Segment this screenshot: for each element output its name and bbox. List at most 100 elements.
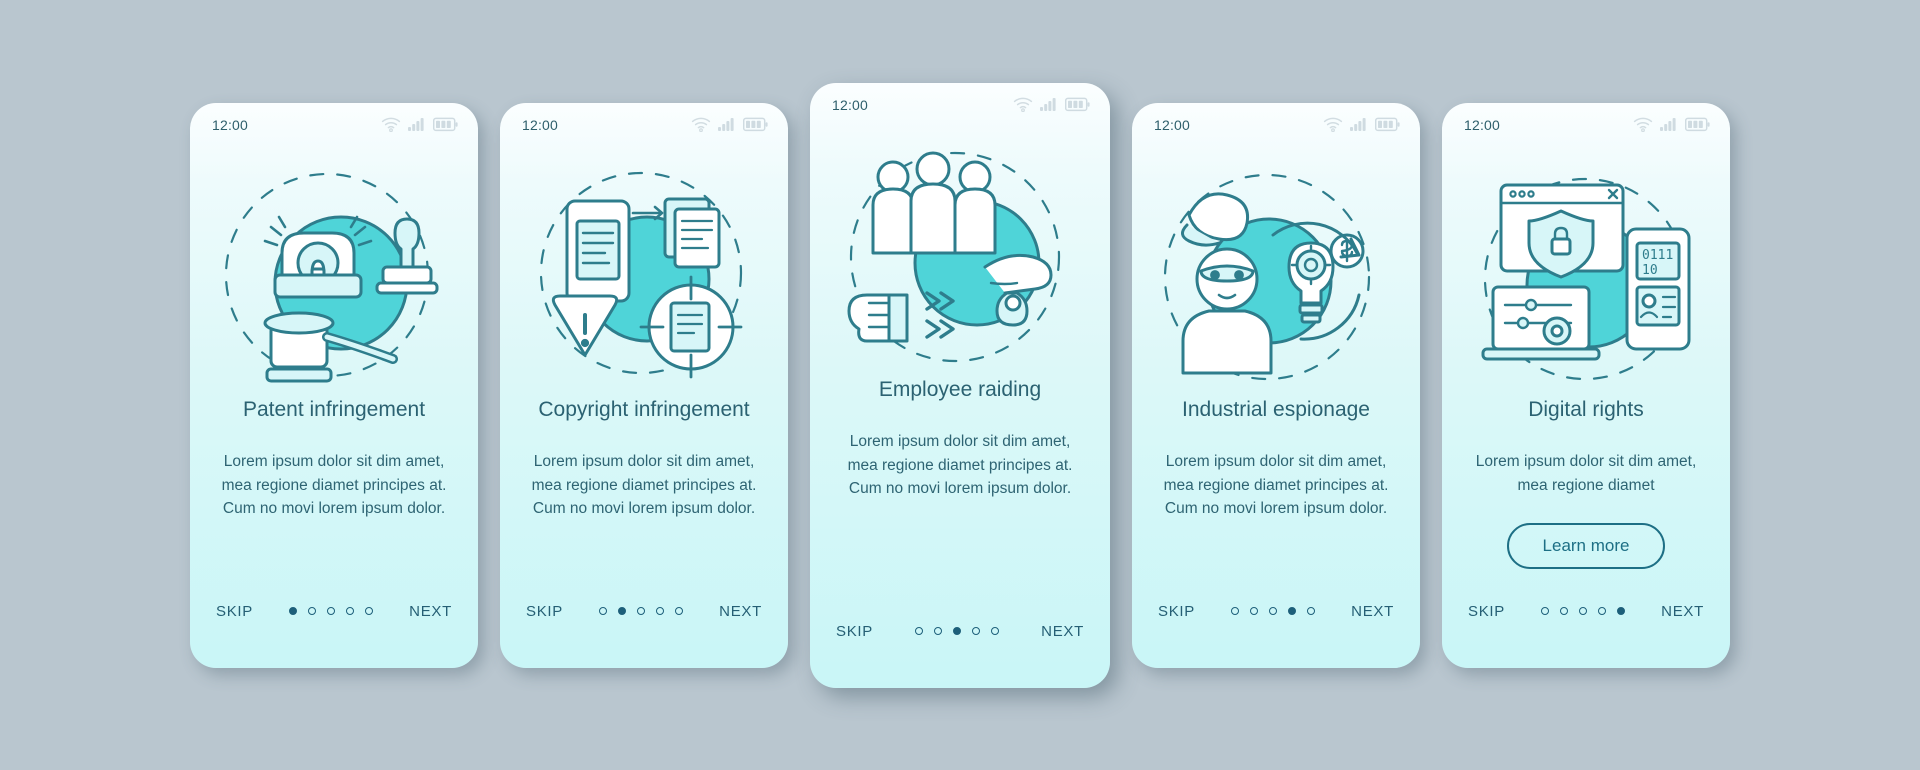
pagination-dot-4[interactable]: [656, 607, 665, 615]
screen-title: Copyright infringement: [538, 397, 750, 421]
screen-title: Patent infringement: [242, 397, 426, 421]
battery-icon: [1065, 97, 1090, 111]
pagination-dot-5[interactable]: [1307, 607, 1316, 615]
onboarding-footer: SKIP NEXT: [190, 603, 478, 668]
pagination-dot-4[interactable]: [972, 627, 981, 635]
learn-more-button[interactable]: Learn more: [1506, 522, 1666, 569]
pagination-dot-2[interactable]: [1250, 607, 1259, 615]
status-icon-group: [1013, 97, 1090, 112]
svg-text:10: 10: [1642, 263, 1658, 278]
screen-title: Industrial espionage: [1182, 397, 1370, 421]
pagination-dot-3[interactable]: [953, 627, 962, 635]
status-clock: 12:00: [832, 96, 869, 113]
pagination-dot-1[interactable]: [599, 607, 608, 615]
pagination-dot-4[interactable]: [346, 607, 355, 615]
status-bar: 12:00: [1132, 103, 1420, 145]
illustration-documents-target-warning-illustration: [500, 145, 788, 395]
pagination-dot-4[interactable]: [1288, 607, 1297, 615]
onboarding-screen-copyright-infringement: 12:00 Copyright infringement Lorem ipsum…: [500, 102, 788, 668]
pagination-dot-1[interactable]: [1231, 607, 1240, 615]
wifi-icon: [1013, 97, 1033, 112]
gavel-stamp-siren-illustration: [224, 172, 439, 382]
onboarding-footer: SKIP NEXT: [500, 603, 788, 668]
pagination-dot-2[interactable]: [934, 627, 943, 635]
wifi-icon: [691, 117, 711, 132]
screen-title: Employee raiding: [878, 377, 1042, 401]
next-button[interactable]: NEXT: [1041, 623, 1084, 640]
pagination-dots: [599, 607, 684, 615]
illustration-gavel-stamp-siren-illustration: [190, 145, 478, 395]
onboarding-screen-digital-rights: 12:00 0111 10 Digital rights Lorem ipsum…: [1442, 102, 1730, 668]
onboarding-screens-board: 12:00 Patent infringement Lorem ipsum do…: [0, 0, 1920, 770]
status-clock: 12:00: [1464, 116, 1501, 133]
pagination-dot-5[interactable]: [365, 607, 374, 615]
skip-button[interactable]: SKIP: [836, 623, 873, 640]
status-bar: 12:00: [810, 83, 1110, 125]
pagination-dot-5[interactable]: [991, 627, 1000, 635]
onboarding-screen-industrial-espionage: 12:00 Industrial espionage Lorem ipsum d…: [1132, 102, 1420, 668]
wifi-icon: [1323, 117, 1343, 132]
spy-lightbulb-illustration: [1163, 173, 1371, 380]
skip-button[interactable]: SKIP: [526, 603, 563, 620]
pagination-dot-2[interactable]: [308, 607, 317, 615]
screen-description: Lorem ipsum dolor sit dim amet, mea regi…: [1163, 453, 1389, 517]
status-icon-group: [381, 117, 458, 132]
battery-icon: [743, 117, 768, 131]
screen-title: Digital rights: [1528, 397, 1644, 421]
screen-description: Lorem ipsum dolor sit dim amet, mea regi…: [1475, 453, 1697, 494]
cellular-signal-icon: [408, 117, 424, 131]
cellular-signal-icon: [718, 117, 734, 131]
next-button[interactable]: NEXT: [409, 603, 452, 620]
pagination-dot-1[interactable]: [915, 627, 924, 635]
pagination-dot-3[interactable]: [1269, 607, 1278, 615]
next-button[interactable]: NEXT: [1661, 603, 1704, 620]
status-clock: 12:00: [1154, 116, 1191, 133]
onboarding-footer: SKIP NEXT: [810, 623, 1110, 688]
pagination-dot-4[interactable]: [1598, 607, 1607, 615]
status-bar: 12:00: [500, 103, 788, 145]
pagination-dots: [1231, 607, 1316, 615]
pagination-dots: [289, 607, 374, 615]
status-clock: 12:00: [212, 116, 249, 133]
pagination-dot-2[interactable]: [1560, 607, 1569, 615]
illustration-spy-lightbulb-illustration: [1132, 145, 1420, 395]
battery-icon: [1685, 117, 1710, 131]
wifi-icon: [1633, 117, 1653, 132]
pagination-dot-5[interactable]: [1617, 607, 1626, 615]
status-icon-group: [691, 117, 768, 132]
svg-text:0111: 0111: [1642, 248, 1673, 263]
screen-description: Lorem ipsum dolor sit dim amet, mea regi…: [221, 453, 447, 517]
battery-icon: [1375, 117, 1400, 131]
battery-icon: [433, 117, 458, 131]
status-icon-group: [1323, 117, 1400, 132]
onboarding-footer: SKIP NEXT: [1132, 603, 1420, 668]
status-icon-group: [1633, 117, 1710, 132]
pagination-dot-1[interactable]: [289, 607, 298, 615]
cellular-signal-icon: [1040, 97, 1056, 111]
next-button[interactable]: NEXT: [1351, 603, 1394, 620]
illustration-browser-shield-devices-illustration: 0111 10: [1442, 145, 1730, 395]
skip-button[interactable]: SKIP: [216, 603, 253, 620]
people-magnet-illustration: [847, 151, 1061, 362]
cellular-signal-icon: [1660, 117, 1676, 131]
pagination-dots: [915, 627, 1000, 635]
status-bar: 12:00: [1442, 103, 1730, 145]
onboarding-footer: SKIP NEXT: [1442, 603, 1730, 668]
status-clock: 12:00: [522, 116, 559, 133]
screen-description: Lorem ipsum dolor sit dim amet, mea regi…: [847, 433, 1073, 497]
pagination-dot-3[interactable]: [637, 607, 646, 615]
skip-button[interactable]: SKIP: [1158, 603, 1195, 620]
pagination-dot-3[interactable]: [327, 607, 336, 615]
next-button[interactable]: NEXT: [719, 603, 762, 620]
onboarding-screen-employee-raiding: 12:00 Employee raiding Lorem ipsum dolor…: [810, 82, 1110, 688]
pagination-dot-3[interactable]: [1579, 607, 1588, 615]
wifi-icon: [381, 117, 401, 132]
pagination-dot-1[interactable]: [1541, 607, 1550, 615]
cellular-signal-icon: [1350, 117, 1366, 131]
pagination-dot-5[interactable]: [675, 607, 684, 615]
skip-button[interactable]: SKIP: [1468, 603, 1505, 620]
screen-description: Lorem ipsum dolor sit dim amet, mea regi…: [531, 453, 757, 517]
pagination-dot-2[interactable]: [618, 607, 627, 615]
status-bar: 12:00: [190, 103, 478, 145]
browser-shield-devices-illustration: 0111 10: [1481, 177, 1691, 380]
